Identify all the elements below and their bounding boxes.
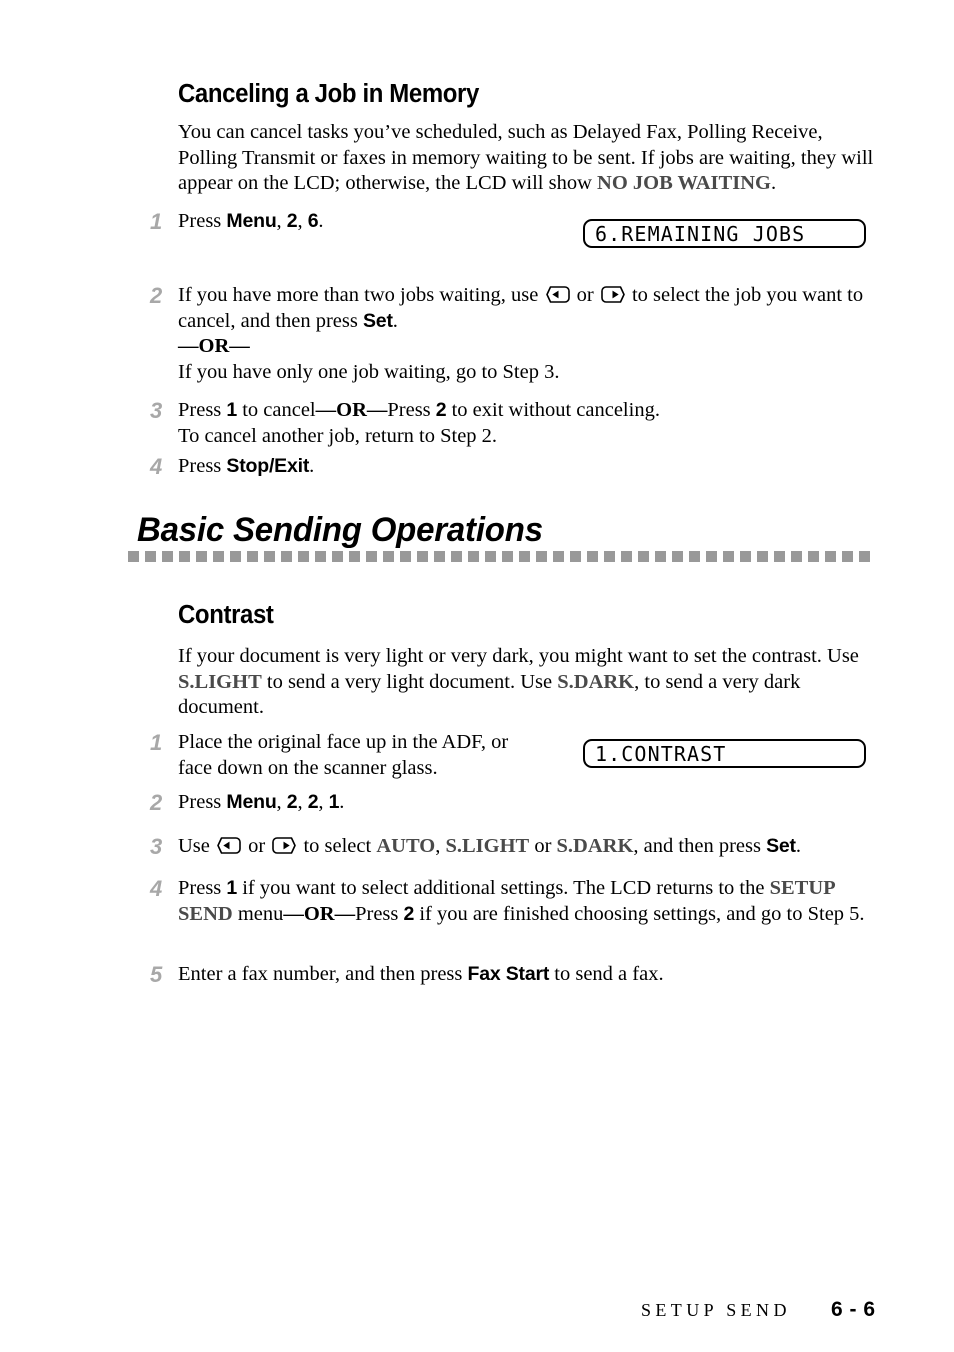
document-page: Canceling a Job in Memory You can cancel…: [0, 0, 954, 1352]
step-2-2-body: Press Menu, 2, 2, 1.: [178, 790, 678, 816]
right-arrow-key-icon: [601, 286, 625, 303]
lcd-display-text: 6.REMAINING JOBS: [595, 221, 806, 246]
key-6: 6: [307, 210, 319, 232]
key-2: 2: [286, 210, 298, 232]
step-text: Press: [178, 399, 227, 421]
step-text: or: [571, 284, 599, 306]
step-number-1-1: 1: [150, 209, 163, 234]
sep: ,: [276, 791, 287, 813]
step-text: Press: [178, 877, 227, 899]
lcd-display-text: 1.CONTRAST: [595, 741, 727, 766]
key-menu: Menu: [226, 210, 277, 232]
left-arrow-key-icon: [545, 286, 570, 303]
step-text-end: if you are finished choosing settings, a…: [414, 902, 865, 925]
sep: or: [529, 835, 557, 857]
step-2-5-body: Enter a fax number, and then press Fax S…: [178, 962, 878, 988]
step-text: or: [243, 835, 271, 857]
step-text: Press: [355, 902, 404, 925]
step-text-end: to send a fax.: [549, 963, 664, 985]
left-arrow-key-icon: [217, 837, 241, 854]
step-text: Use: [178, 835, 216, 857]
step-text: Press: [387, 399, 436, 421]
key-2b: 2: [307, 791, 319, 813]
footer-chapter-label: SETUP SEND: [641, 1300, 791, 1320]
section-one-intro-paragraph: You can cancel tasks you’ve scheduled, s…: [178, 120, 876, 197]
step-text-end: .: [795, 835, 801, 857]
lcd-display-contrast: 1.CONTRAST: [583, 739, 866, 768]
step-text: , and then press: [633, 835, 767, 857]
step-text: if you want to select additional setting…: [237, 877, 770, 899]
step-text: Enter a fax number, and then press: [178, 963, 468, 985]
or-separator: —OR—: [315, 399, 388, 421]
lcd-token-s-dark: S.DARK: [556, 835, 634, 857]
step-text: Press: [178, 791, 227, 813]
key-menu: Menu: [226, 791, 277, 813]
key-set: Set: [766, 835, 796, 857]
section-heading-canceling-a-job: Canceling a Job in Memory: [178, 80, 479, 108]
section-heading-contrast: Contrast: [178, 601, 274, 629]
key-1: 1: [328, 791, 340, 813]
right-arrow-key-icon: [272, 837, 297, 854]
key-set: Set: [363, 309, 393, 332]
sep: ,: [297, 791, 308, 813]
intro-text-part1: If your document is very light or very d…: [178, 645, 859, 667]
key-1: 1: [226, 877, 238, 899]
sep: ,: [276, 210, 287, 232]
section-two-intro-paragraph: If your document is very light or very d…: [178, 644, 876, 721]
step-text-line1: Place the original face up in the ADF, o…: [178, 731, 509, 753]
step-text: to cancel: [237, 399, 316, 421]
step-number-2-5: 5: [150, 962, 163, 987]
or-separator: —OR—: [178, 335, 250, 358]
key-stop-exit: Stop/Exit: [226, 455, 310, 477]
step-number-2-3: 3: [150, 834, 163, 859]
step-text: .: [392, 309, 398, 332]
footer-page-number: 6 - 6: [831, 1298, 876, 1321]
lcd-token-s-dark: S.DARK: [557, 670, 635, 693]
intro-text-part2: to send a very light document. Use: [261, 670, 558, 693]
lcd-token-s-light: S.LIGHT: [178, 670, 262, 693]
step-number-2-2: 2: [150, 790, 163, 815]
step-text: Press: [178, 455, 227, 477]
intro-text-part2: .: [770, 172, 777, 195]
step-text: menu: [232, 902, 284, 925]
banner-dashed-rule: [128, 551, 876, 562]
lcd-token-s-light: S.LIGHT: [445, 835, 530, 857]
step-text-line2: To cancel another job, return to Step 2.: [178, 424, 498, 447]
step-number-2-1: 1: [150, 730, 163, 755]
step-text: to select: [298, 835, 377, 857]
lcd-token-no-job-waiting: NO JOB WAITING: [597, 172, 771, 195]
step-number-1-3: 3: [150, 398, 163, 423]
lcd-display-remaining-jobs: 6.REMAINING JOBS: [583, 219, 866, 248]
step-text-end: .: [309, 455, 315, 477]
key-2: 2: [435, 399, 447, 421]
step-number-1-4: 4: [150, 454, 163, 479]
step-number-2-4: 4: [150, 876, 163, 901]
step-1-4-body: Press Stop/Exit.: [178, 454, 678, 480]
step-1-2-body: If you have more than two jobs waiting, …: [178, 283, 876, 385]
chapter-banner-title: Basic Sending Operations: [137, 511, 543, 549]
key-2: 2: [286, 791, 298, 813]
sep: ,: [435, 835, 446, 857]
step-text-line3: If you have only one job waiting, go to …: [178, 360, 560, 383]
step-text: If you have more than two jobs waiting, …: [178, 284, 544, 306]
step-2-1-body: Place the original face up in the ADF, o…: [178, 730, 568, 781]
step-text: to exit without canceling.: [446, 399, 660, 421]
key-1: 1: [226, 399, 238, 421]
step-2-4-body: Press 1 if you want to select additional…: [178, 876, 878, 927]
key-fax-start: Fax Start: [467, 963, 550, 985]
step-text-line2: face down on the scanner glass.: [178, 756, 438, 779]
step-text: Press: [178, 210, 227, 232]
sep: ,: [297, 210, 308, 232]
step-text-end: .: [318, 210, 324, 232]
step-text-end: .: [339, 791, 345, 813]
step-1-1-body: Press Menu, 2, 6.: [178, 209, 558, 235]
or-separator: —OR—: [283, 902, 356, 925]
key-2: 2: [403, 902, 415, 925]
step-1-3-body: Press 1 to cancel—OR—Press 2 to exit wit…: [178, 398, 876, 449]
step-2-3-body: Use or to select AUTO, S.LIGHT or S.DARK…: [178, 834, 878, 860]
sep: ,: [318, 791, 329, 813]
lcd-token-auto: AUTO: [376, 835, 436, 857]
step-number-1-2: 2: [150, 283, 163, 308]
